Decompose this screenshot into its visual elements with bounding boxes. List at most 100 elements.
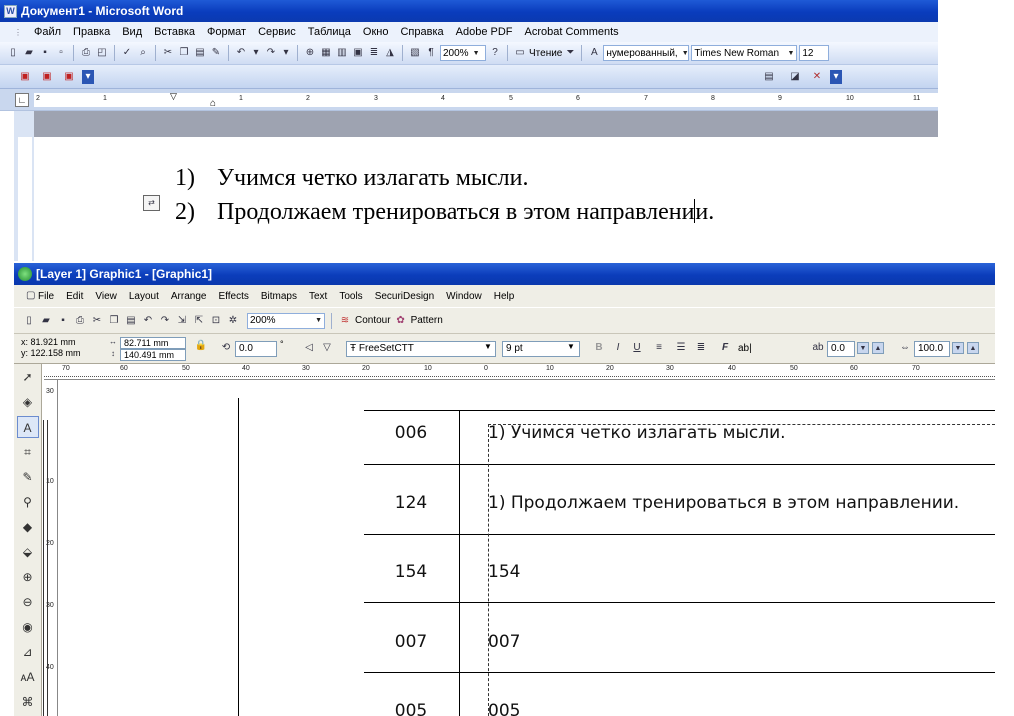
word-list-item-2[interactable]: 2) Продолжаем тренироваться в этом направ… bbox=[175, 199, 714, 226]
zoom-out-tool-icon[interactable]: ⊖ bbox=[17, 591, 39, 613]
menu-acrobat-comments[interactable]: Acrobat Comments bbox=[519, 26, 625, 38]
menu-table[interactable]: Таблица bbox=[302, 26, 357, 38]
pick-tool-icon[interactable]: ➚ bbox=[17, 366, 39, 388]
crop-tool-icon[interactable]: ⌗ bbox=[17, 441, 39, 463]
menu-securidesign[interactable]: SecuriDesign bbox=[369, 291, 440, 302]
style-combo[interactable]: нумерованный, ▼ bbox=[603, 45, 690, 61]
align-icon[interactable]: ≡ bbox=[652, 341, 666, 355]
permission-icon[interactable]: ▫ bbox=[54, 46, 68, 60]
cut-icon[interactable]: ✂ bbox=[90, 314, 104, 328]
smart-fill-icon[interactable]: ⚲ bbox=[17, 491, 39, 513]
table-text-cell[interactable]: 007 bbox=[488, 632, 520, 652]
menu-format[interactable]: Формат bbox=[201, 26, 252, 38]
document-icon[interactable]: ▢ bbox=[20, 289, 35, 303]
menu-layout[interactable]: Layout bbox=[123, 291, 165, 302]
menu-tools[interactable]: Сервис bbox=[252, 26, 302, 38]
corel-app-icon[interactable] bbox=[18, 267, 32, 281]
menu-adobe-pdf[interactable]: Adobe PDF bbox=[450, 26, 519, 38]
menu-edit[interactable]: Edit bbox=[60, 291, 89, 302]
text-tool-icon[interactable]: A bbox=[16, 416, 39, 438]
paste-icon[interactable]: ▤ bbox=[124, 314, 138, 328]
eyedropper-tool-icon[interactable]: ◉ bbox=[17, 616, 39, 638]
drawing-icon[interactable]: ◮ bbox=[383, 46, 397, 60]
format-painter-icon[interactable]: ✎ bbox=[209, 46, 223, 60]
tab-stop-selector[interactable]: ∟ bbox=[15, 93, 29, 107]
font-size-combo[interactable]: 12 bbox=[799, 45, 830, 61]
menu-file[interactable]: File bbox=[32, 291, 60, 302]
redo-dropdown-icon[interactable]: ▾ bbox=[280, 46, 292, 60]
table-text-cell[interactable]: 1) Учимся четко излагать мысли. bbox=[488, 423, 786, 443]
menu-view[interactable]: View bbox=[89, 291, 123, 302]
italic-icon[interactable]: I bbox=[611, 341, 625, 355]
mirror-horizontal-icon[interactable]: ◁ bbox=[302, 341, 316, 355]
lock-ratio-icon[interactable]: 🔒 bbox=[194, 339, 208, 353]
rotation-field[interactable]: 0.0 bbox=[235, 341, 277, 357]
connector-tool-icon[interactable]: ⌘ bbox=[17, 691, 39, 713]
zoom-combo[interactable]: 200% ▼ bbox=[440, 45, 486, 61]
new-icon[interactable]: ▯ bbox=[22, 314, 36, 328]
help-icon[interactable]: ? bbox=[488, 46, 502, 60]
menu-window[interactable]: Окно bbox=[357, 26, 395, 38]
corel-vertical-ruler[interactable]: 30 10 20 30 40 bbox=[42, 380, 58, 716]
hyperlink-icon[interactable]: ⊕ bbox=[303, 46, 317, 60]
research-icon[interactable]: ⌕ bbox=[136, 46, 150, 60]
text-format-tool-icon[interactable]: ᴀA bbox=[17, 666, 39, 688]
spin-up-icon[interactable]: ▲ bbox=[872, 342, 884, 354]
menu-grip[interactable]: ⋮ bbox=[8, 28, 28, 37]
save-icon[interactable]: ▪ bbox=[56, 314, 70, 328]
underline-icon[interactable]: U bbox=[630, 341, 644, 355]
menu-text[interactable]: Text bbox=[303, 291, 333, 302]
undo-icon[interactable]: ↶ bbox=[234, 46, 248, 60]
kerning-field[interactable]: 0.0 bbox=[827, 341, 855, 357]
spin-down-icon[interactable]: ▼ bbox=[952, 342, 964, 354]
contour-label[interactable]: Contour bbox=[355, 315, 391, 326]
toolbar-options-icon[interactable]: ⏷ bbox=[564, 46, 576, 60]
save-icon[interactable]: ▪ bbox=[38, 46, 52, 60]
toolbar-options-icon[interactable]: ▾ bbox=[82, 70, 94, 84]
edit-text-label[interactable]: ab| bbox=[738, 343, 752, 354]
interactive-tool-icon[interactable]: ⊿ bbox=[17, 641, 39, 663]
fill-tool-icon[interactable]: ◆ bbox=[17, 516, 39, 538]
pattern-icon[interactable]: ✿ bbox=[394, 314, 408, 328]
copy-icon[interactable]: ❐ bbox=[107, 314, 121, 328]
menu-edit[interactable]: Правка bbox=[67, 26, 116, 38]
height-field[interactable]: 140.491 mm bbox=[120, 349, 186, 361]
kerning-icon[interactable]: ab bbox=[811, 341, 825, 355]
bold-icon[interactable]: B bbox=[592, 341, 606, 355]
styles-icon[interactable]: A bbox=[587, 46, 601, 60]
menu-file[interactable]: Файл bbox=[28, 26, 67, 38]
pdf-review-icon[interactable]: ▣ bbox=[62, 70, 76, 84]
export-icon[interactable]: ⇱ bbox=[192, 314, 206, 328]
zoom-tool-icon[interactable]: ⊕ bbox=[17, 566, 39, 588]
corel-zoom-combo[interactable]: 200% ▼ bbox=[247, 312, 325, 329]
properties-icon[interactable]: ◪ bbox=[788, 70, 802, 84]
spin-down-icon[interactable]: ▼ bbox=[857, 342, 869, 354]
dropdown-arrow-icon[interactable]: ▼ bbox=[473, 50, 480, 57]
freehand-tool-icon[interactable]: ✎ bbox=[17, 466, 39, 488]
cut-icon[interactable]: ✂ bbox=[161, 46, 175, 60]
menu-view[interactable]: Вид bbox=[116, 26, 148, 38]
copy-icon[interactable]: ❐ bbox=[177, 46, 191, 60]
redo-icon[interactable]: ↷ bbox=[158, 314, 172, 328]
pattern-label[interactable]: Pattern bbox=[411, 315, 443, 326]
print-icon[interactable]: ⎙ bbox=[79, 46, 93, 60]
width-field[interactable]: 82.711 mm bbox=[120, 337, 186, 349]
columns-icon[interactable]: ≣ bbox=[367, 46, 381, 60]
shape-tool-icon[interactable]: ◈ bbox=[17, 391, 39, 413]
menu-bitmaps[interactable]: Bitmaps bbox=[255, 291, 303, 302]
read-button-label[interactable]: Чтение bbox=[529, 48, 562, 59]
dropdown-arrow-icon[interactable]: ▼ bbox=[682, 50, 689, 57]
table-text-cell[interactable]: 1) Продолжаем тренироваться в этом напра… bbox=[488, 493, 959, 513]
launcher-icon[interactable]: ⊡ bbox=[209, 314, 223, 328]
y-position-field[interactable]: y: 122.158 mm bbox=[18, 348, 94, 360]
table-text-cell[interactable]: 154 bbox=[488, 562, 520, 582]
menu-insert[interactable]: Вставка bbox=[148, 26, 201, 38]
rotation-icon[interactable]: ⟲ bbox=[219, 341, 233, 355]
drop-cap-icon[interactable]: ≣ bbox=[694, 341, 708, 355]
open-icon[interactable]: ▰ bbox=[39, 314, 53, 328]
outline-tool-icon[interactable]: ⬙ bbox=[17, 541, 39, 563]
delete-icon[interactable]: ✕ bbox=[810, 70, 824, 84]
word-vertical-ruler[interactable] bbox=[14, 111, 34, 261]
print-preview-icon[interactable]: ◰ bbox=[95, 46, 109, 60]
scale-icon[interactable]: ⇔ bbox=[898, 341, 912, 355]
